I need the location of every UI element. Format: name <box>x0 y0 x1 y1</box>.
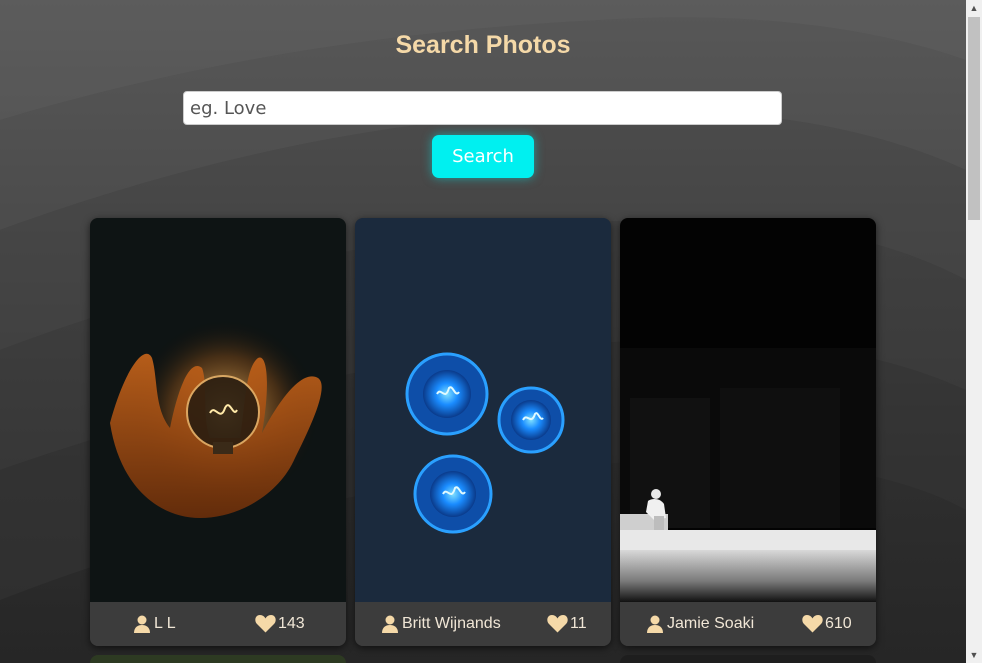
likes-count: 610 <box>825 614 852 632</box>
heart-icon[interactable] <box>802 614 823 633</box>
scroll-down-arrow-icon[interactable]: ▼ <box>966 647 982 663</box>
photo-card[interactable]: L L 143 <box>90 218 346 646</box>
search-button[interactable]: Search <box>432 135 534 178</box>
photo-card-footer: Britt Wijnands 11 <box>355 602 611 646</box>
page-title: Search Photos <box>395 31 571 59</box>
likes-count: 143 <box>278 614 305 632</box>
author-name: Jamie Soaki <box>667 615 755 632</box>
scrollbar-thumb[interactable] <box>968 17 980 220</box>
photo-card[interactable]: Jamie Soaki 610 <box>620 218 876 646</box>
photo-card-footer: Jamie Soaki 610 <box>620 602 876 646</box>
heart-icon[interactable] <box>255 614 276 633</box>
photo-card-partial[interactable] <box>90 655 346 663</box>
author[interactable]: Britt Wijnands <box>381 615 501 633</box>
likes[interactable]: 11 <box>547 614 587 633</box>
author[interactable]: Jamie Soaki <box>646 615 754 633</box>
photo-card[interactable]: Britt Wijnands 11 <box>355 218 611 646</box>
bulb-top-left <box>405 352 489 436</box>
scroll-up-arrow-icon[interactable]: ▲ <box>966 0 982 16</box>
user-icon <box>382 615 398 633</box>
photo-image[interactable] <box>620 218 876 602</box>
photo-image[interactable] <box>355 218 611 602</box>
author-name: Britt Wijnands <box>402 615 501 632</box>
photo-card-partial[interactable] <box>620 655 876 663</box>
search-input[interactable] <box>183 91 782 125</box>
author-name: L L <box>154 615 176 632</box>
user-icon <box>647 615 663 633</box>
bulb-right <box>497 386 565 454</box>
user-icon <box>134 615 150 633</box>
photo-card-footer: L L 143 <box>90 602 346 646</box>
bulb-bottom <box>413 454 493 534</box>
likes-count: 11 <box>570 614 587 632</box>
author[interactable]: L L <box>133 615 176 633</box>
heart-icon[interactable] <box>547 614 568 633</box>
likes[interactable]: 143 <box>255 614 305 633</box>
likes[interactable]: 610 <box>802 614 852 633</box>
scrollbar[interactable]: ▲ ▼ <box>966 0 982 663</box>
photo-image[interactable] <box>90 218 346 602</box>
